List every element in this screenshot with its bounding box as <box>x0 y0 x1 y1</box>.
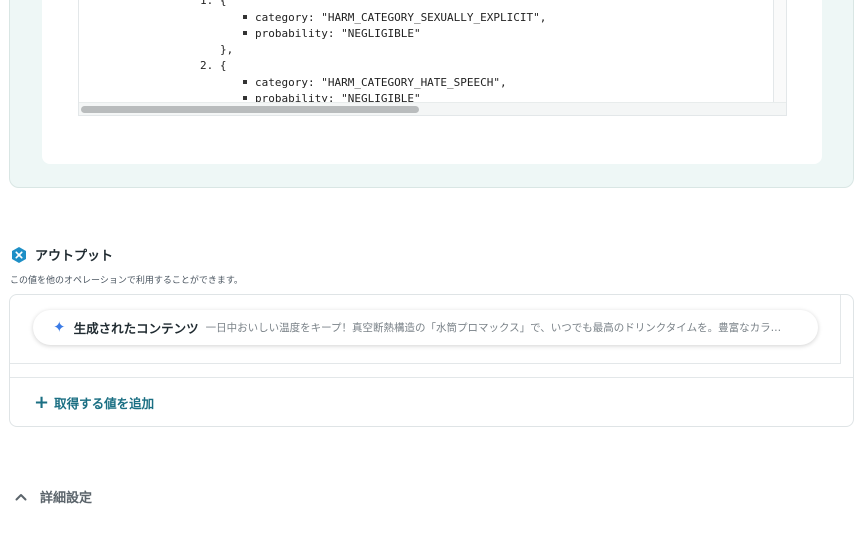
code-line: probability: "NEGLIGIBLE" <box>243 26 421 42</box>
code-text: }, <box>220 43 234 56</box>
json-preview-card: safetyRatings: [1. {category: "HARM_CATE… <box>42 0 822 164</box>
code-line: category: "HARM_CATEGORY_HATE_SPEECH", <box>243 75 507 91</box>
list-bullet-icon <box>243 95 247 100</box>
output-value-preview: 一日中おいしい温度をキープ！真空断熱構造の「水筒プロマックス」で、いつでも最高の… <box>205 322 791 334</box>
plus-icon: + <box>34 391 50 413</box>
output-values-list: ✦ 生成されたコンテンツ 一日中おいしい温度をキープ！真空断熱構造の「水筒プロマ… <box>10 295 841 364</box>
sparkle-icon: ✦ <box>53 318 66 336</box>
code-line: 1. { <box>200 0 227 9</box>
output-description: この値を他のオペレーションで利用することができます。 <box>10 276 243 286</box>
code-text: probability: "NEGLIGIBLE" <box>255 26 421 40</box>
horizontal-scrollbar-thumb[interactable] <box>81 106 419 113</box>
output-value-label: 生成されたコンテンツ <box>73 321 199 336</box>
list-bullet-icon <box>243 30 247 35</box>
output-variable-icon <box>10 246 28 264</box>
json-code-text: safetyRatings: [1. {category: "HARM_CATE… <box>79 0 772 105</box>
advanced-settings-toggle[interactable]: 詳細設定 <box>14 487 92 506</box>
code-text: 2. { <box>200 59 227 73</box>
output-value-chip[interactable]: ✦ 生成されたコンテンツ 一日中おいしい温度をキープ！真空断熱構造の「水筒プロマ… <box>33 310 818 345</box>
horizontal-scrollbar[interactable] <box>79 102 786 115</box>
code-line: 2. { <box>200 58 227 74</box>
vertical-scrollbar[interactable] <box>773 0 786 103</box>
advanced-settings-label: 詳細設定 <box>40 491 93 506</box>
divider <box>10 377 853 378</box>
add-value-label: 取得する値を追加 <box>54 396 155 411</box>
list-bullet-icon <box>243 14 247 19</box>
output-header: アウトプット <box>10 245 113 264</box>
chevron-up-icon <box>15 493 27 500</box>
json-preview-panel: safetyRatings: [1. {category: "HARM_CATE… <box>9 0 854 188</box>
list-bullet-icon <box>243 79 247 84</box>
json-code-view[interactable]: safetyRatings: [1. {category: "HARM_CATE… <box>78 0 787 116</box>
code-text: category: "HARM_CATEGORY_SEXUALLY_EXPLIC… <box>255 10 547 24</box>
add-value-button[interactable]: + 取得する値を追加 <box>34 393 154 412</box>
code-line: category: "HARM_CATEGORY_SEXUALLY_EXPLIC… <box>243 10 546 26</box>
code-line: }, <box>220 42 233 58</box>
code-text: category: "HARM_CATEGORY_HATE_SPEECH", <box>255 75 507 89</box>
output-title: アウトプット <box>35 249 114 264</box>
code-text: 1. { <box>200 0 227 8</box>
output-values-box: ✦ 生成されたコンテンツ 一日中おいしい温度をキープ！真空断熱構造の「水筒プロマ… <box>9 294 854 427</box>
